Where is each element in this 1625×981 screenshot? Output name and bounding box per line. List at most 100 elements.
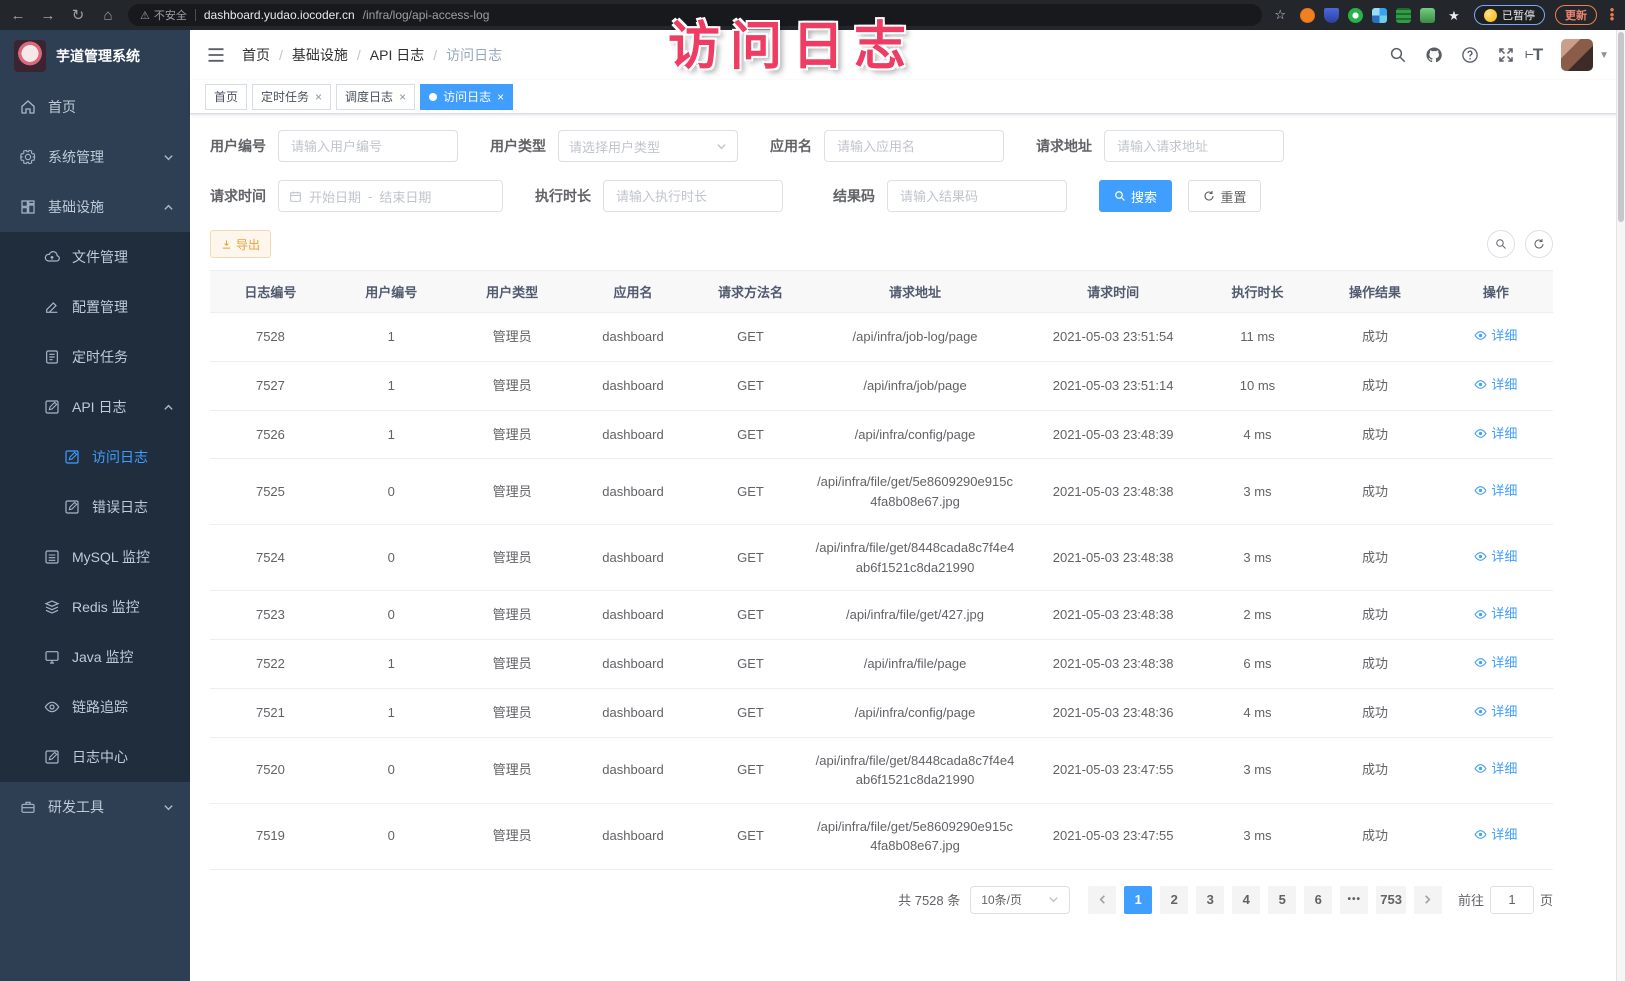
prev-page-button[interactable] [1088, 886, 1116, 914]
breadcrumb-item[interactable]: 基础设施 [292, 45, 348, 65]
font-size-icon[interactable]: T [1533, 45, 1543, 65]
page-button[interactable]: 753 [1376, 886, 1406, 914]
sidebar-item-label: 错误日志 [92, 497, 148, 517]
request-url-input[interactable] [1104, 130, 1284, 162]
sidebar-item-infra[interactable]: 基础设施 [0, 182, 190, 232]
user-menu[interactable]: ▼ [1561, 39, 1609, 71]
breadcrumb-item[interactable]: 首页 [242, 45, 270, 65]
app-logo[interactable]: 芋道管理系统 [0, 30, 190, 82]
scrollbar[interactable] [1616, 30, 1625, 981]
page-button[interactable]: 5 [1268, 886, 1296, 914]
bookmark-star-icon[interactable]: ☆ [1274, 7, 1286, 23]
sidebar-item-system[interactable]: 系统管理 [0, 132, 190, 182]
result-code-input[interactable] [887, 180, 1067, 212]
sidebar-item-access-log[interactable]: 访问日志 [0, 432, 190, 482]
extension-icon-green-grid[interactable] [1396, 8, 1411, 23]
detail-link[interactable]: 详细 [1474, 604, 1517, 624]
page-button[interactable]: 1 [1124, 886, 1152, 914]
sidebar-item-trace[interactable]: 链路追踪 [0, 682, 190, 732]
page-button[interactable]: 4 [1232, 886, 1260, 914]
goto-page-input[interactable] [1490, 886, 1534, 914]
profile-paused-badge[interactable]: 已暂停 [1474, 5, 1545, 25]
extension-icon-blue-puzzle[interactable] [1372, 8, 1387, 23]
detail-link[interactable]: 详细 [1474, 424, 1517, 444]
sidebar-item-error-log[interactable]: 错误日志 [0, 482, 190, 532]
sidebar-item-config-manage[interactable]: 配置管理 [0, 282, 190, 332]
browser-update-button[interactable]: 更新 [1555, 5, 1597, 25]
duration-input[interactable] [603, 180, 783, 212]
browser-forward-icon[interactable]: → [38, 8, 58, 23]
search-icon [1114, 190, 1126, 202]
tab-access-log[interactable]: 访问日志× [420, 84, 513, 110]
tab-scheduled-jobs[interactable]: 定时任务× [252, 84, 331, 110]
sidebar-item-label: 定时任务 [72, 347, 128, 367]
browser-home-icon[interactable]: ⌂ [98, 8, 118, 23]
detail-link[interactable]: 详细 [1474, 481, 1517, 501]
detail-link[interactable]: 详细 [1474, 759, 1517, 779]
refresh-table-button[interactable] [1525, 230, 1553, 258]
sidebar-item-home[interactable]: 首页 [0, 82, 190, 132]
date-range-picker[interactable]: 开始日期 - 结束日期 [278, 180, 503, 212]
fullscreen-icon[interactable] [1497, 46, 1515, 64]
github-icon[interactable] [1425, 46, 1443, 64]
chevron-down-icon: ▼ [1599, 50, 1609, 61]
gear-icon [20, 149, 36, 165]
address-bar[interactable]: ⚠ 不安全 dashboard.yudao.iocoder.cn/infra/l… [128, 4, 1262, 26]
tab-home[interactable]: 首页 [205, 84, 247, 110]
user-type-select[interactable]: 请选择用户类型 [558, 130, 738, 162]
sidebar-item-mysql-monitor[interactable]: MySQL 监控 [0, 532, 190, 582]
toggle-search-button[interactable] [1487, 230, 1515, 258]
extensions-pin-icon[interactable]: ★ [1444, 9, 1464, 22]
job-list-icon [44, 349, 60, 365]
detail-link[interactable]: 详细 [1474, 326, 1517, 346]
filter-app-name: 应用名 [770, 130, 1004, 162]
sidebar-item-scheduled-jobs[interactable]: 定时任务 [0, 332, 190, 382]
breadcrumb-separator: / [433, 47, 437, 63]
page-button[interactable]: 2 [1160, 886, 1188, 914]
reset-button[interactable]: 重置 [1188, 180, 1261, 212]
sidebar-item-api-log[interactable]: API 日志 [0, 382, 190, 432]
detail-link[interactable]: 详细 [1474, 375, 1517, 395]
edit-icon [44, 299, 60, 315]
extension-icon-green-circle[interactable] [1348, 8, 1363, 23]
browser-back-icon[interactable]: ← [8, 8, 28, 23]
app-name-input[interactable] [824, 130, 1004, 162]
search-button[interactable]: 搜索 [1099, 180, 1172, 212]
search-icon[interactable] [1389, 46, 1407, 64]
close-icon[interactable]: × [315, 91, 322, 103]
scrollbar-thumb[interactable] [1618, 32, 1624, 222]
breadcrumb-item[interactable]: API 日志 [370, 45, 424, 65]
chevron-down-icon [716, 141, 727, 152]
user-id-input[interactable] [278, 130, 458, 162]
extension-icon-shield[interactable] [1324, 8, 1339, 23]
close-icon[interactable]: × [497, 91, 504, 103]
extension-icon-orange[interactable] [1300, 8, 1315, 23]
more-pages-icon[interactable]: ••• [1340, 886, 1368, 914]
page-button[interactable]: 3 [1196, 886, 1224, 914]
page-button[interactable]: 6 [1304, 886, 1332, 914]
col-header: 请求方法名 [693, 271, 807, 313]
extension-icon-green-small[interactable] [1420, 8, 1435, 23]
hamburger-icon[interactable] [206, 45, 226, 65]
sidebar-item-redis-monitor[interactable]: Redis 监控 [0, 582, 190, 632]
next-page-button[interactable] [1414, 886, 1442, 914]
tab-schedule-log[interactable]: 调度日志× [336, 84, 415, 110]
sidebar-item-label: MySQL 监控 [72, 547, 150, 567]
sidebar-item-java-monitor[interactable]: Java 监控 [0, 632, 190, 682]
table-row: 75200管理员dashboardGET/api/infra/file/get/… [210, 737, 1553, 803]
help-icon[interactable] [1461, 46, 1479, 64]
page-size-select[interactable]: 10条/页 [970, 886, 1070, 914]
detail-link[interactable]: 详细 [1474, 825, 1517, 845]
sidebar-item-dev-tools[interactable]: 研发工具 [0, 782, 190, 832]
browser-reload-icon[interactable]: ↻ [68, 8, 88, 23]
detail-link[interactable]: 详细 [1474, 547, 1517, 567]
not-secure-warning[interactable]: ⚠ 不安全 [140, 7, 187, 23]
close-icon[interactable]: × [399, 91, 406, 103]
chevron-down-icon [163, 802, 174, 813]
sidebar-item-log-center[interactable]: 日志中心 [0, 732, 190, 782]
detail-link[interactable]: 详细 [1474, 702, 1517, 722]
browser-menu-icon[interactable]: ••• [1607, 8, 1617, 22]
detail-link[interactable]: 详细 [1474, 653, 1517, 673]
export-button[interactable]: 导出 [210, 230, 271, 258]
sidebar-item-file-manage[interactable]: 文件管理 [0, 232, 190, 282]
